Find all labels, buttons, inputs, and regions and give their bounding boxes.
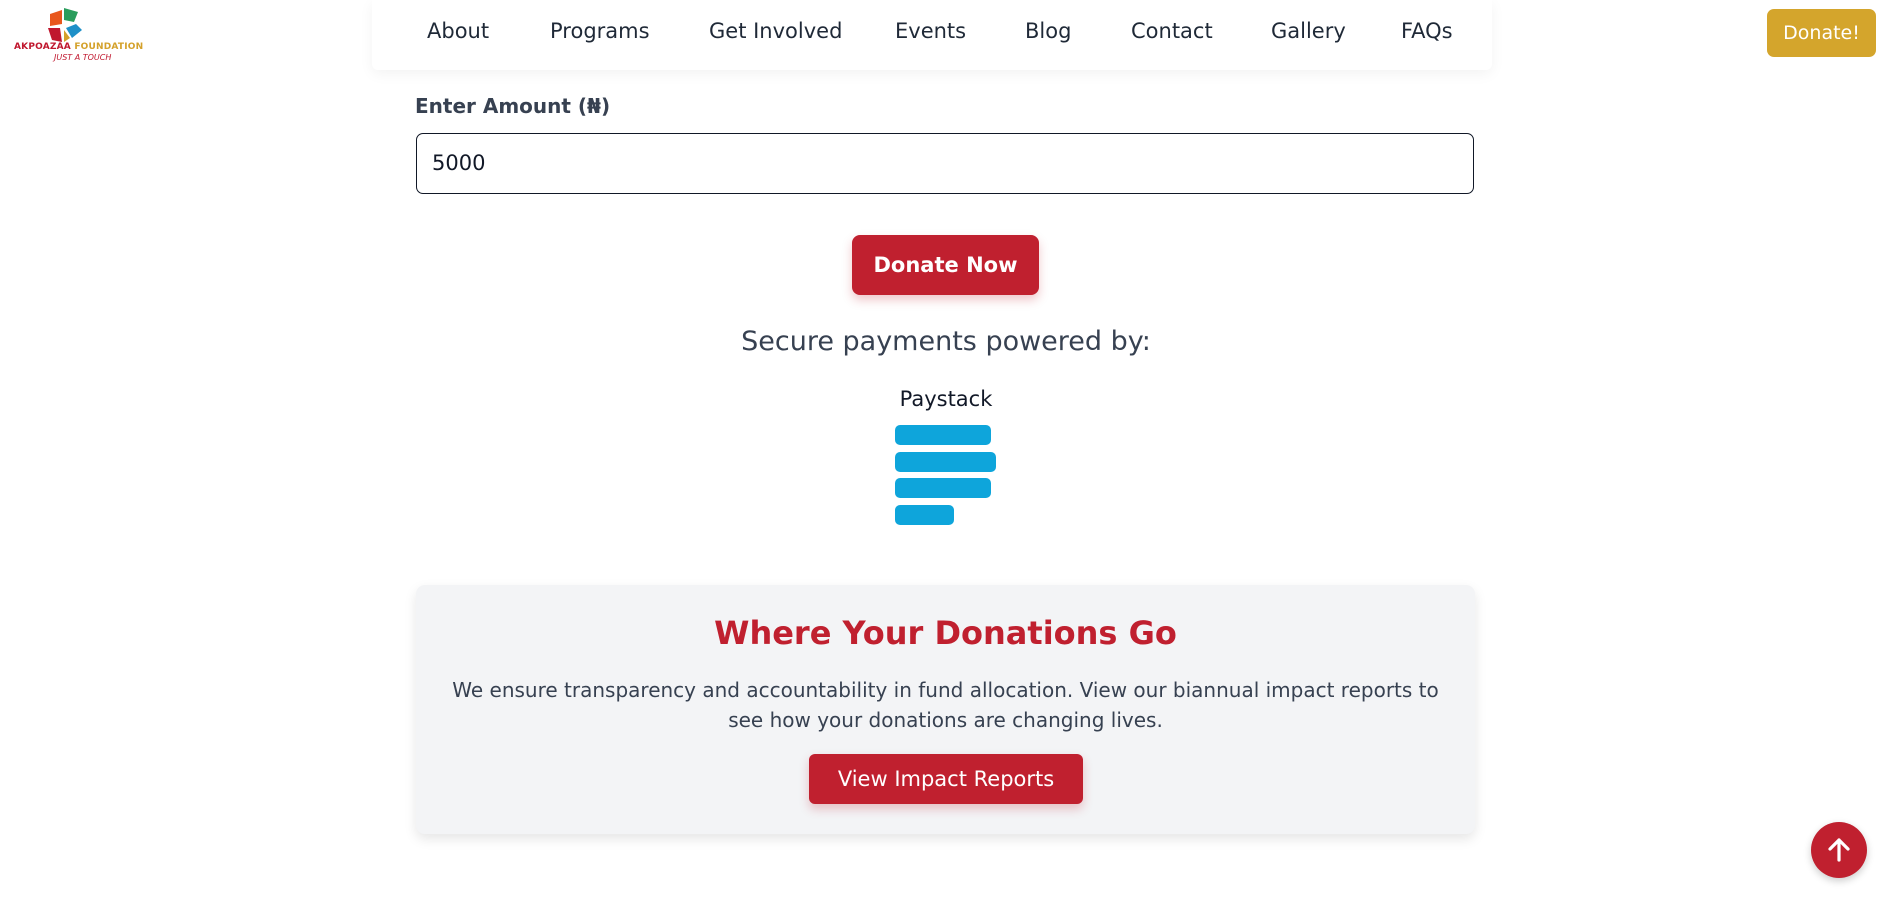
logo-name-part1: AKPOAZAA — [14, 42, 71, 52]
secure-payments-heading: Secure payments powered by: — [741, 326, 1151, 357]
logo-tagline: JUST A TOUCH — [54, 53, 112, 62]
nav-faqs[interactable]: FAQs — [1401, 19, 1453, 43]
nav-get-involved[interactable]: Get Involved — [709, 19, 842, 43]
nav-events[interactable]: Events — [895, 19, 966, 43]
arrow-up-icon — [1828, 838, 1850, 862]
logo-mark-icon — [48, 8, 82, 42]
paystack-label: Paystack — [899, 387, 993, 411]
amount-label: Enter Amount (₦) — [415, 94, 611, 118]
paystack-logo-bar — [895, 505, 954, 525]
paystack-logo-bar — [895, 478, 991, 498]
impact-title: Where Your Donations Go — [714, 614, 1177, 652]
impact-description: We ensure transparency and accountabilit… — [452, 678, 1439, 732]
paystack-logo-bar — [895, 452, 996, 472]
scroll-to-top-button[interactable] — [1811, 822, 1867, 878]
nav-programs[interactable]: Programs — [550, 19, 650, 43]
amount-input[interactable]: 5000 — [416, 133, 1474, 194]
paystack-logo-bar — [895, 425, 991, 445]
nav-blog[interactable]: Blog — [1025, 19, 1071, 43]
main-navigation: About Programs Get Involved Events Blog … — [372, 0, 1492, 70]
donate-header-button[interactable]: Donate! — [1767, 9, 1876, 57]
donations-impact-card: Where Your Donations Go We ensure transp… — [416, 585, 1475, 834]
view-impact-reports-button[interactable]: View Impact Reports — [809, 754, 1083, 804]
nav-gallery[interactable]: Gallery — [1271, 19, 1346, 43]
nav-about[interactable]: About — [427, 19, 489, 43]
foundation-logo[interactable]: AKPOAZAA FOUNDATION JUST A TOUCH — [14, 8, 143, 64]
paystack-logo-icon — [895, 425, 997, 525]
nav-contact[interactable]: Contact — [1131, 19, 1213, 43]
logo-name-part2: FOUNDATION — [74, 42, 144, 52]
donate-now-button[interactable]: Donate Now — [852, 235, 1039, 295]
